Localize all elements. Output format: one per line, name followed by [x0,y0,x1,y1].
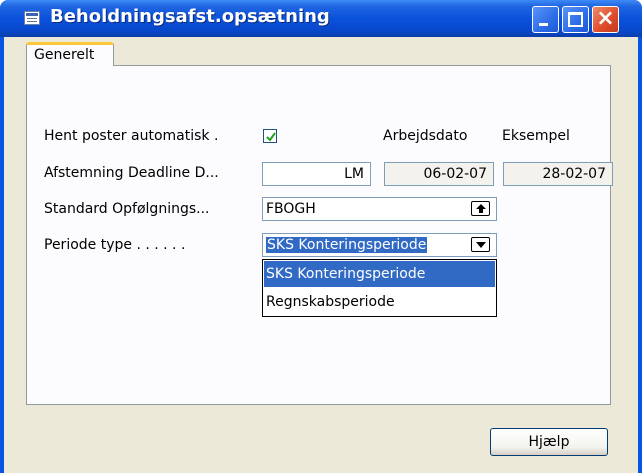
tab-generelt[interactable]: Generelt [26,42,114,66]
period-type-label: Periode type . . . . . . [44,237,186,253]
tab-label: Generelt [34,47,95,63]
window: Beholdningsafst.opsætning × Generelt Hen… [0,0,642,473]
title-bar[interactable]: Beholdningsafst.opsætning × [0,0,642,37]
app-window-icon [24,11,40,25]
close-icon: × [596,6,615,31]
period-type-dropdown-list: SKS Konteringsperiode Regnskabsperiode [262,259,497,317]
lookup-button[interactable] [471,201,490,216]
arrow-up-icon [476,204,486,213]
minimize-icon [539,23,548,26]
period-type-value: SKS Konteringsperiode [266,237,428,253]
help-button[interactable]: Hjælp [490,428,608,456]
period-type-select[interactable]: SKS Konteringsperiode [262,233,497,257]
checkmark-icon [266,132,276,142]
deadline-label: Afstemning Deadline D... [44,165,219,181]
example-field: 28-02-07 [503,162,613,186]
auto-fetch-checkbox[interactable] [263,129,277,143]
minimize-button[interactable] [532,6,559,33]
dropdown-toggle-button[interactable] [471,237,490,252]
example-header: Eksempel [502,128,570,144]
followup-field[interactable]: FBOGH [262,197,497,221]
window-title: Beholdningsafst.opsætning [50,6,330,27]
followup-value: FBOGH [266,201,316,217]
maximize-button[interactable] [562,6,589,33]
dropdown-option-sks[interactable]: SKS Konteringsperiode [264,261,495,287]
followup-label: Standard Opfølgnings... [44,201,210,217]
maximize-icon [568,12,583,27]
close-button[interactable]: × [592,6,619,33]
work-date-header: Arbejdsdato [383,128,468,144]
work-date-field: 06-02-07 [384,162,494,186]
chevron-down-icon [476,242,486,248]
dropdown-option-regnskab[interactable]: Regnskabsperiode [264,289,495,315]
deadline-field[interactable]: LM [262,162,371,186]
auto-fetch-label: Hent poster automatisk . [44,128,219,144]
